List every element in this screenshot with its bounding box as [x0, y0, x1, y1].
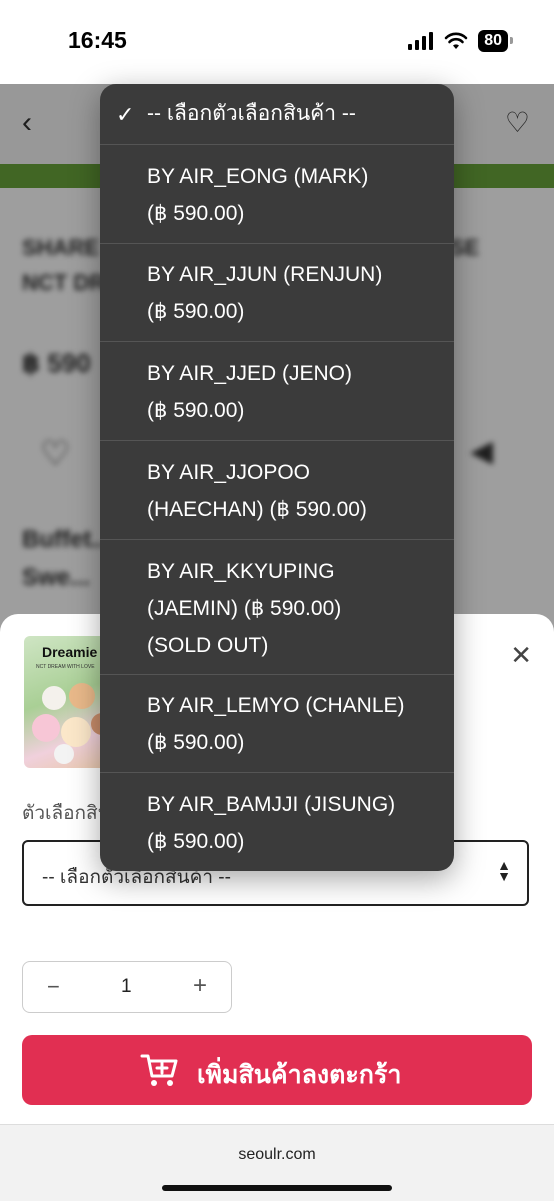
quantity-stepper[interactable]: − 1 +: [22, 961, 232, 1013]
dropdown-option-price: (฿ 590.00): [147, 300, 245, 323]
option-dropdown-menu: ✓ -- เลือกตัวเลือกสินค้า -- BY AIR_EONG …: [100, 84, 454, 871]
status-bar: 16:45 80: [0, 0, 554, 84]
wifi-icon: [444, 32, 468, 49]
home-indicator: [162, 1185, 392, 1191]
dropdown-option[interactable]: BY AIR_BAMJJI (JISUNG) (฿ 590.00): [100, 772, 454, 871]
dropdown-option-price: (฿ 590.00): [147, 830, 245, 853]
dropdown-option-label: BY AIR_BAMJJI (JISUNG): [147, 793, 396, 816]
dropdown-option[interactable]: BY AIR_EONG (MARK) (฿ 590.00): [100, 144, 454, 243]
signal-icon: [408, 32, 434, 50]
dropdown-option-sold-out[interactable]: BY AIR_KKYUPING (JAEMIN) (฿ 590.00) (SOL…: [100, 539, 454, 674]
url-text[interactable]: seoulr.com: [0, 1146, 554, 1164]
dropdown-option-price: (฿ 590.00): [147, 202, 245, 225]
dropdown-option-price: (JAEMIN) (฿ 590.00): [147, 597, 342, 620]
dropdown-option[interactable]: BY AIR_JJOPOO (HAECHAN) (฿ 590.00): [100, 440, 454, 539]
dropdown-option-label: -- เลือกตัวเลือกสินค้า --: [147, 102, 356, 125]
status-time: 16:45: [68, 27, 127, 53]
dropdown-option-label: BY AIR_JJED (JENO): [147, 362, 352, 385]
dropdown-option-label: BY AIR_KKYUPING: [147, 560, 335, 583]
checkmark-icon: ✓: [116, 102, 135, 127]
dropdown-option-label: BY AIR_LEMYO (CHANLE): [147, 694, 405, 717]
browser-url-bar[interactable]: seoulr.com: [0, 1124, 554, 1201]
dropdown-option[interactable]: BY AIR_LEMYO (CHANLE) (฿ 590.00): [100, 674, 454, 772]
sold-out-label: (SOLD OUT): [147, 634, 269, 657]
battery-indicator: 80: [478, 30, 513, 52]
dropdown-option[interactable]: BY AIR_JJED (JENO) (฿ 590.00): [100, 341, 454, 440]
status-icons: 80: [408, 30, 513, 52]
dropdown-option[interactable]: ✓ -- เลือกตัวเลือกสินค้า --: [100, 84, 454, 144]
decrease-button[interactable]: −: [47, 974, 60, 1000]
cart-add-icon: [140, 1054, 178, 1086]
dropdown-option-price: (฿ 590.00): [147, 731, 245, 754]
add-to-cart-button[interactable]: เพิ่มสินค้าลงตะกร้า: [22, 1035, 532, 1105]
dropdown-option-label: BY AIR_JJUN (RENJUN): [147, 263, 383, 286]
close-icon[interactable]: ✕: [510, 640, 532, 671]
dropdown-option-label: BY AIR_JJOPOO: [147, 461, 311, 484]
quantity-value[interactable]: 1: [121, 976, 132, 998]
dropdown-option-price: (HAECHAN) (฿ 590.00): [147, 498, 367, 521]
dropdown-option-price: (฿ 590.00): [147, 399, 245, 422]
add-to-cart-label: เพิ่มสินค้าลงตะกร้า: [197, 1061, 402, 1089]
increase-button[interactable]: +: [193, 972, 207, 1000]
dropdown-option[interactable]: BY AIR_JJUN (RENJUN) (฿ 590.00): [100, 243, 454, 341]
select-arrows-icon: ▲ ▼: [497, 857, 511, 884]
dropdown-option-label: BY AIR_EONG (MARK): [147, 165, 369, 188]
